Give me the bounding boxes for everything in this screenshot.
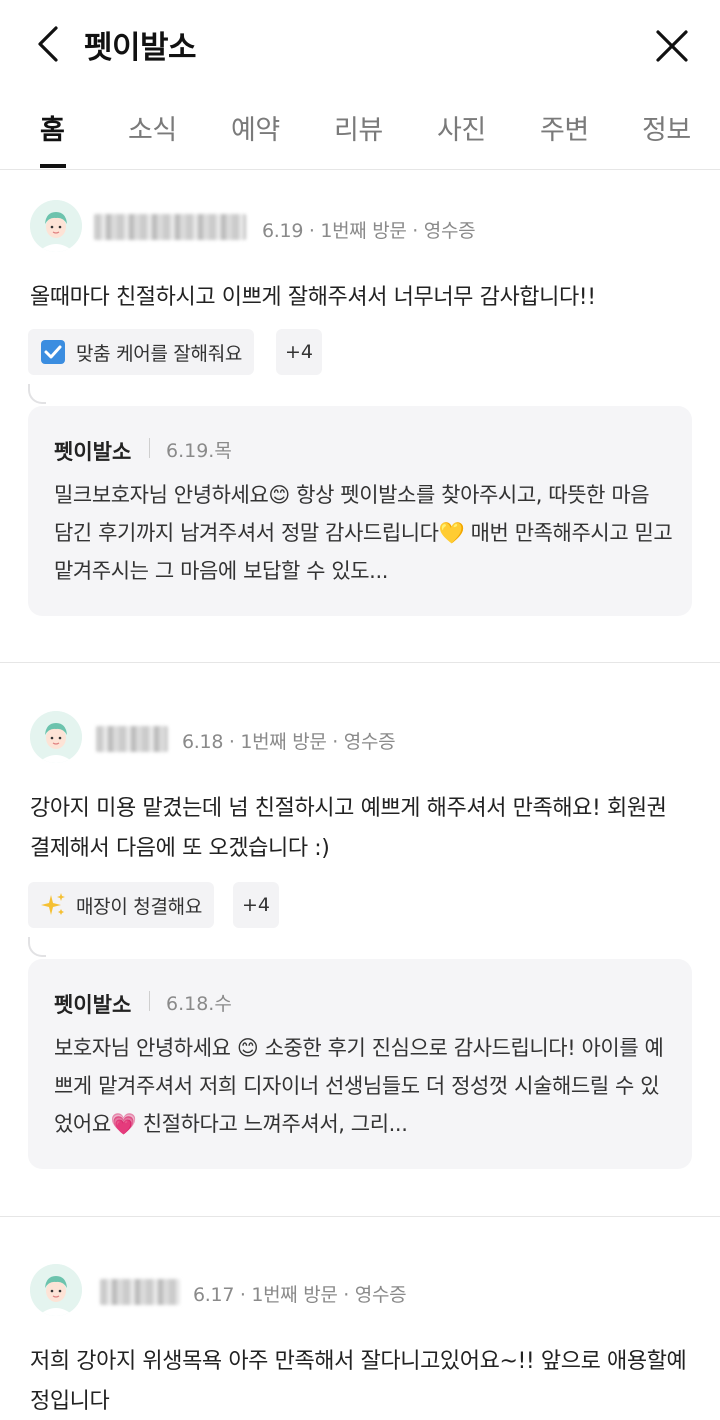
check-box-icon: [40, 339, 66, 365]
reply-separator: [149, 991, 150, 1011]
keyword-tag-label: 매장이 청결해요: [76, 895, 203, 918]
more-tags-button[interactable]: +4: [276, 329, 322, 375]
top-bar: 펫이발소: [0, 0, 720, 90]
user-avatar-icon: [30, 200, 82, 252]
more-tags-button[interactable]: +4: [233, 882, 279, 928]
page-title: 펫이발소: [84, 30, 197, 66]
tab-reviews[interactable]: 리뷰: [334, 108, 383, 147]
close-button[interactable]: [650, 24, 694, 68]
review-text: 강아지 미용 맡겼는데 넘 친절하시고 예쁘게 해주셔서 만족해요! 회원권 결…: [30, 796, 667, 861]
avatar[interactable]: [30, 200, 82, 252]
tab-info[interactable]: 정보: [642, 108, 691, 147]
keyword-tag[interactable]: 매장이 청결해요: [28, 882, 215, 928]
review-meta: 6.18 · 1번째 방문 · 영수증: [182, 731, 396, 753]
review-text: 저희 강아지 위생목욕 아주 만족해서 잘다니고있어요~!! 앞으로 애용할예정…: [30, 1349, 687, 1414]
user-avatar-icon: [30, 711, 82, 763]
tab-home[interactable]: 홈: [40, 108, 65, 147]
review-meta: 6.17 · 1번째 방문 · 영수증: [193, 1284, 407, 1306]
tab-news[interactable]: 소식: [128, 108, 177, 147]
reply-date: 6.19.목: [166, 440, 232, 462]
owner-reply[interactable]: 펫이발소 6.19.목 밀크보호자님 안녕하세요😊 항상 펫이발소를 찾아주시고…: [28, 406, 692, 616]
active-tab-indicator: [40, 164, 66, 168]
back-button[interactable]: [30, 22, 70, 66]
blurred-nickname: [94, 214, 246, 240]
section-divider: [0, 1216, 720, 1217]
user-avatar-icon: [30, 1264, 82, 1316]
blurred-nickname: [96, 726, 168, 752]
reply-author: 펫이발소: [54, 440, 132, 464]
tab-nearby[interactable]: 주변: [540, 108, 589, 147]
reply-author: 펫이발소: [54, 993, 132, 1017]
chevron-left-icon: [38, 26, 58, 62]
tab-reservation[interactable]: 예약: [231, 108, 280, 147]
reply-date: 6.18.수: [166, 993, 232, 1015]
reply-text: 보호자님 안녕하세요 😊 소중한 후기 진심으로 감사드립니다! 아이를 예쁘게…: [54, 1036, 664, 1136]
avatar[interactable]: [30, 1264, 82, 1316]
sparkles-icon: [40, 892, 66, 918]
reply-text: 밀크보호자님 안녕하세요😊 항상 펫이발소를 찾아주시고, 따뜻한 마음 담긴 …: [54, 483, 673, 583]
tab-photos[interactable]: 사진: [437, 108, 486, 147]
keyword-tag[interactable]: 맞춤 케어를 잘해줘요: [28, 329, 255, 375]
review-text: 올때마다 친절하시고 이쁘게 잘해주셔서 너무너무 감사합니다!!: [30, 285, 596, 310]
avatar[interactable]: [30, 711, 82, 763]
tab-bar: 홈 소식 예약 리뷰 사진 주변 정보: [0, 100, 720, 170]
reply-connector: [28, 937, 46, 957]
reply-separator: [149, 438, 150, 458]
reply-connector: [28, 384, 46, 404]
owner-reply[interactable]: 펫이발소 6.18.수 보호자님 안녕하세요 😊 소중한 후기 진심으로 감사드…: [28, 959, 692, 1169]
close-icon: [656, 30, 688, 62]
review-meta: 6.19 · 1번째 방문 · 영수증: [262, 220, 476, 242]
section-divider: [0, 662, 720, 663]
blurred-nickname: [100, 1279, 180, 1305]
keyword-tag-label: 맞춤 케어를 잘해줘요: [76, 342, 243, 365]
